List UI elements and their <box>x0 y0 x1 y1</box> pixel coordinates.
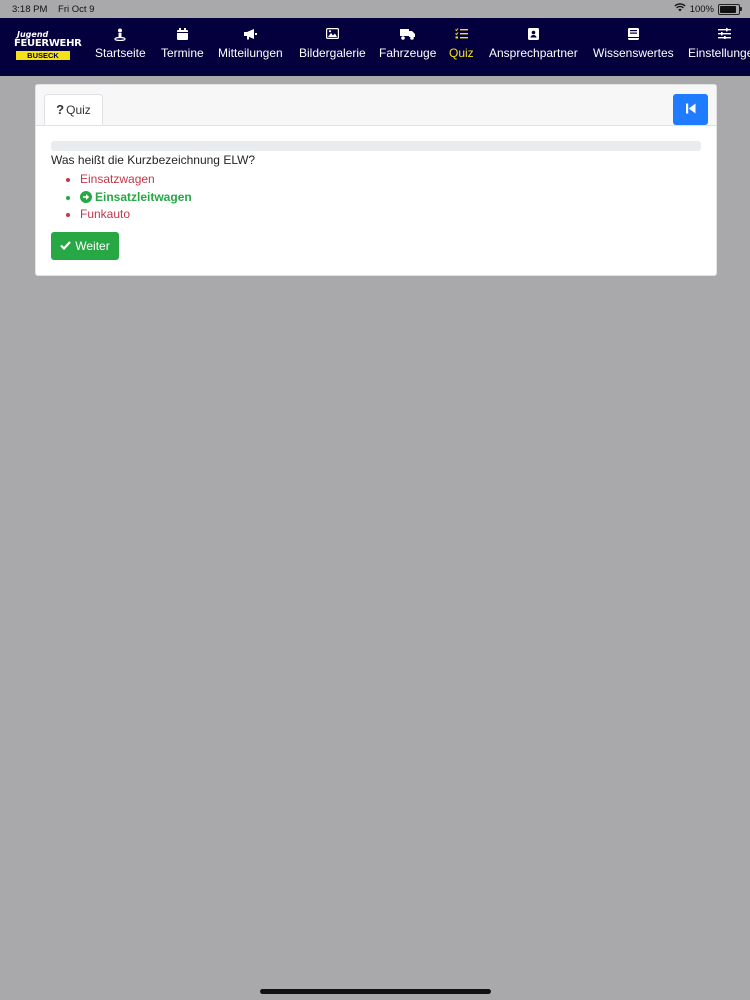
truck-icon <box>379 28 436 46</box>
answer-option[interactable]: Einsatzwagen <box>66 171 192 189</box>
answer-label: Funkauto <box>80 207 131 221</box>
nav-label: Wissenswertes <box>593 46 674 60</box>
question-mark-icon: ? <box>56 102 65 117</box>
nav-item-termine[interactable]: Termine <box>161 28 204 60</box>
nav-label: Startseite <box>95 46 146 60</box>
answer-label: Einsatzwagen <box>80 172 155 186</box>
step-backward-icon <box>685 101 696 119</box>
question-text: Was heißt die Kurzbezeichnung ELW? <box>51 153 256 167</box>
nav-item-wissenswertes[interactable]: Wissenswertes <box>593 28 674 60</box>
megaphone-icon <box>218 28 283 46</box>
nav-item-mitteilungen[interactable]: Mitteilungen <box>218 28 283 60</box>
answer-option[interactable]: Funkauto <box>66 206 192 224</box>
battery-percent: 100% <box>689 3 714 15</box>
nav-item-ansprechpartner[interactable]: Ansprechpartner <box>489 28 578 60</box>
nav-item-fahrzeuge[interactable]: Fahrzeuge <box>379 28 436 60</box>
nav-label: Quiz <box>449 46 474 60</box>
battery-icon <box>718 3 742 15</box>
contact-icon <box>489 28 578 46</box>
wifi-icon <box>674 3 686 15</box>
check-icon <box>60 239 72 253</box>
home-indicator[interactable] <box>260 989 491 994</box>
answer-list: Einsatzwagen Einsatzleitwagen Funkauto <box>66 171 192 224</box>
back-to-start-button[interactable] <box>673 94 708 125</box>
nav-label: Mitteilungen <box>218 46 283 60</box>
tab-quiz[interactable]: ? Quiz <box>44 94 103 125</box>
bullet <box>66 178 70 182</box>
tab-quiz-label: Quiz <box>66 103 91 117</box>
card-header: ? Quiz <box>36 85 716 126</box>
nav-label: Einstellungen <box>688 46 750 60</box>
logo-line-2: FEUERWEHR <box>14 38 82 49</box>
nav-label: Fahrzeuge <box>379 46 437 60</box>
list-check-icon <box>449 28 474 46</box>
quiz-progress <box>51 141 701 151</box>
nav-item-bildergalerie[interactable]: Bildergalerie <box>299 28 366 60</box>
status-bar: 3:18 PM Fri Oct 9 100% <box>0 0 750 18</box>
sliders-icon <box>688 28 750 46</box>
status-time: 3:18 PM <box>12 4 48 15</box>
book-icon <box>593 28 674 46</box>
nav-item-startseite[interactable]: Startseite <box>95 28 146 60</box>
next-button[interactable]: Weiter <box>51 232 119 260</box>
nav-label: Ansprechpartner <box>489 46 578 60</box>
nav-label: Bildergalerie <box>299 46 366 60</box>
answer-option-correct[interactable]: Einsatzleitwagen <box>66 189 192 207</box>
bullet <box>66 195 70 200</box>
next-button-label: Weiter <box>75 239 110 253</box>
logo[interactable]: Jugend FEUERWEHR BUSECK <box>14 30 82 64</box>
bullet <box>66 213 70 217</box>
answer-label: Einsatzleitwagen <box>95 189 192 204</box>
person-icon <box>95 28 146 46</box>
logo-line-3: BUSECK <box>16 51 70 60</box>
quiz-card: ? Quiz Was heißt die Kurzbezeichnung ELW?… <box>35 84 717 276</box>
nav-label: Termine <box>161 46 204 60</box>
status-date: Fri Oct 9 <box>58 4 95 15</box>
nav-item-quiz[interactable]: Quiz <box>449 28 474 60</box>
top-navbar: Jugend FEUERWEHR BUSECK Startseite Termi… <box>0 18 750 76</box>
image-icon <box>299 28 366 46</box>
calendar-icon <box>161 28 204 46</box>
nav-item-einstellungen[interactable]: Einstellungen <box>688 28 750 60</box>
